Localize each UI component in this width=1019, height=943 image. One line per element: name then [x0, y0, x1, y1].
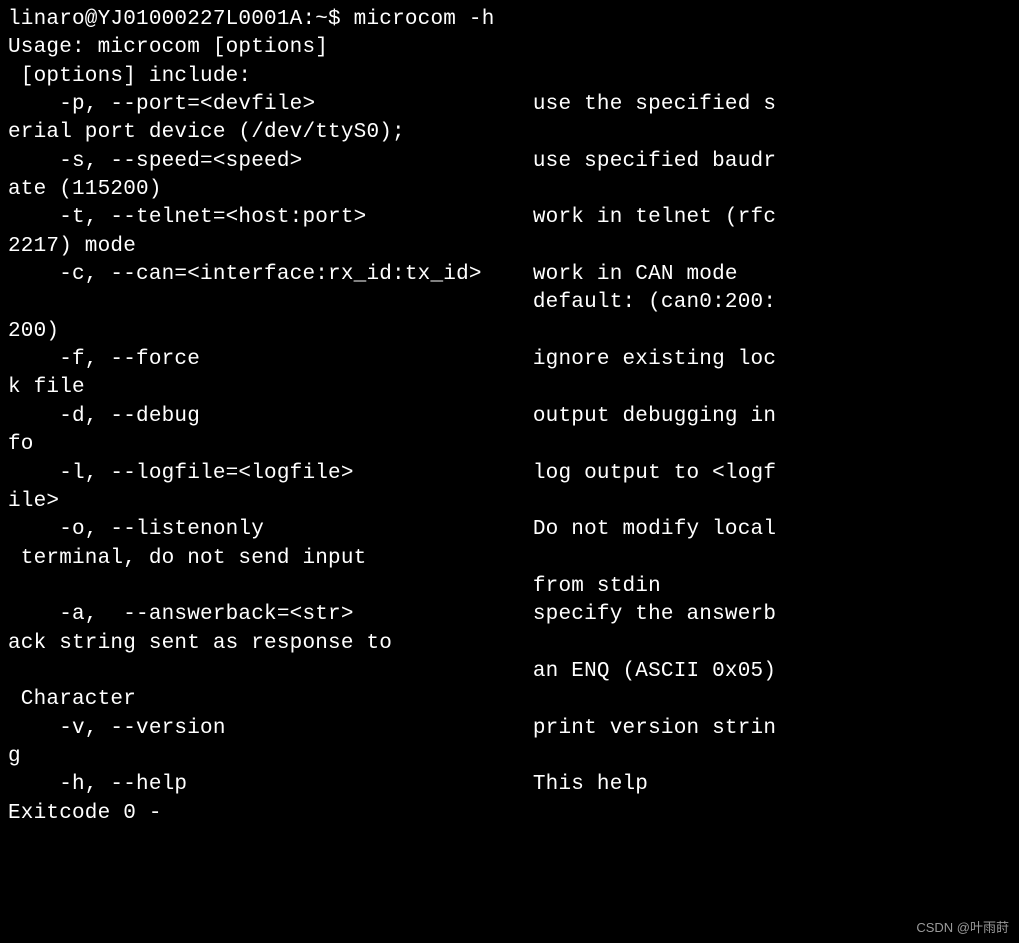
output-line: ile> [8, 490, 59, 513]
output-line: from stdin [8, 575, 661, 598]
output-line: ack string sent as response to [8, 632, 392, 655]
output-line: -c, --can=<interface:rx_id:tx_id> work i… [8, 263, 738, 286]
output-line: Exitcode 0 - [8, 802, 162, 825]
output-line: 200) [8, 320, 59, 343]
output-line: -s, --speed=<speed> use specified baudr [8, 150, 776, 173]
output-line: default: (can0:200: [8, 291, 776, 314]
output-line: -o, --listenonly Do not modify local [8, 518, 776, 541]
prompt-text: linaro@YJ01000227L0001A:~$ [8, 8, 341, 31]
output-line: -d, --debug output debugging in [8, 405, 776, 428]
output-line: terminal, do not send input [8, 547, 366, 570]
terminal-output[interactable]: linaro@YJ01000227L0001A:~$ microcom -h U… [8, 6, 1011, 828]
output-line: fo [8, 433, 34, 456]
output-line: -a, --answerback=<str> specify the answe… [8, 603, 776, 626]
output-line: -f, --force ignore existing loc [8, 348, 776, 371]
command-text: microcom -h [354, 8, 495, 31]
output-line: -l, --logfile=<logfile> log output to <l… [8, 462, 776, 485]
shell-prompt: linaro@YJ01000227L0001A:~$ microcom -h [8, 8, 495, 31]
output-line: an ENQ (ASCII 0x05) [8, 660, 776, 683]
output-line: erial port device (/dev/ttyS0); [8, 121, 405, 144]
output-line: -v, --version print version strin [8, 717, 776, 740]
output-line: ate (115200) [8, 178, 162, 201]
output-line: [options] include: [8, 65, 251, 88]
output-line: -t, --telnet=<host:port> work in telnet … [8, 206, 776, 229]
output-line: -p, --port=<devfile> use the specified s [8, 93, 776, 116]
watermark-text: CSDN @叶雨莳 [916, 919, 1009, 937]
output-line: -h, --help This help [8, 773, 648, 796]
output-line: 2217) mode [8, 235, 136, 258]
output-line: Character [8, 688, 136, 711]
output-line: k file [8, 376, 85, 399]
output-line: g [8, 745, 21, 768]
output-line: Usage: microcom [options] [8, 36, 328, 59]
